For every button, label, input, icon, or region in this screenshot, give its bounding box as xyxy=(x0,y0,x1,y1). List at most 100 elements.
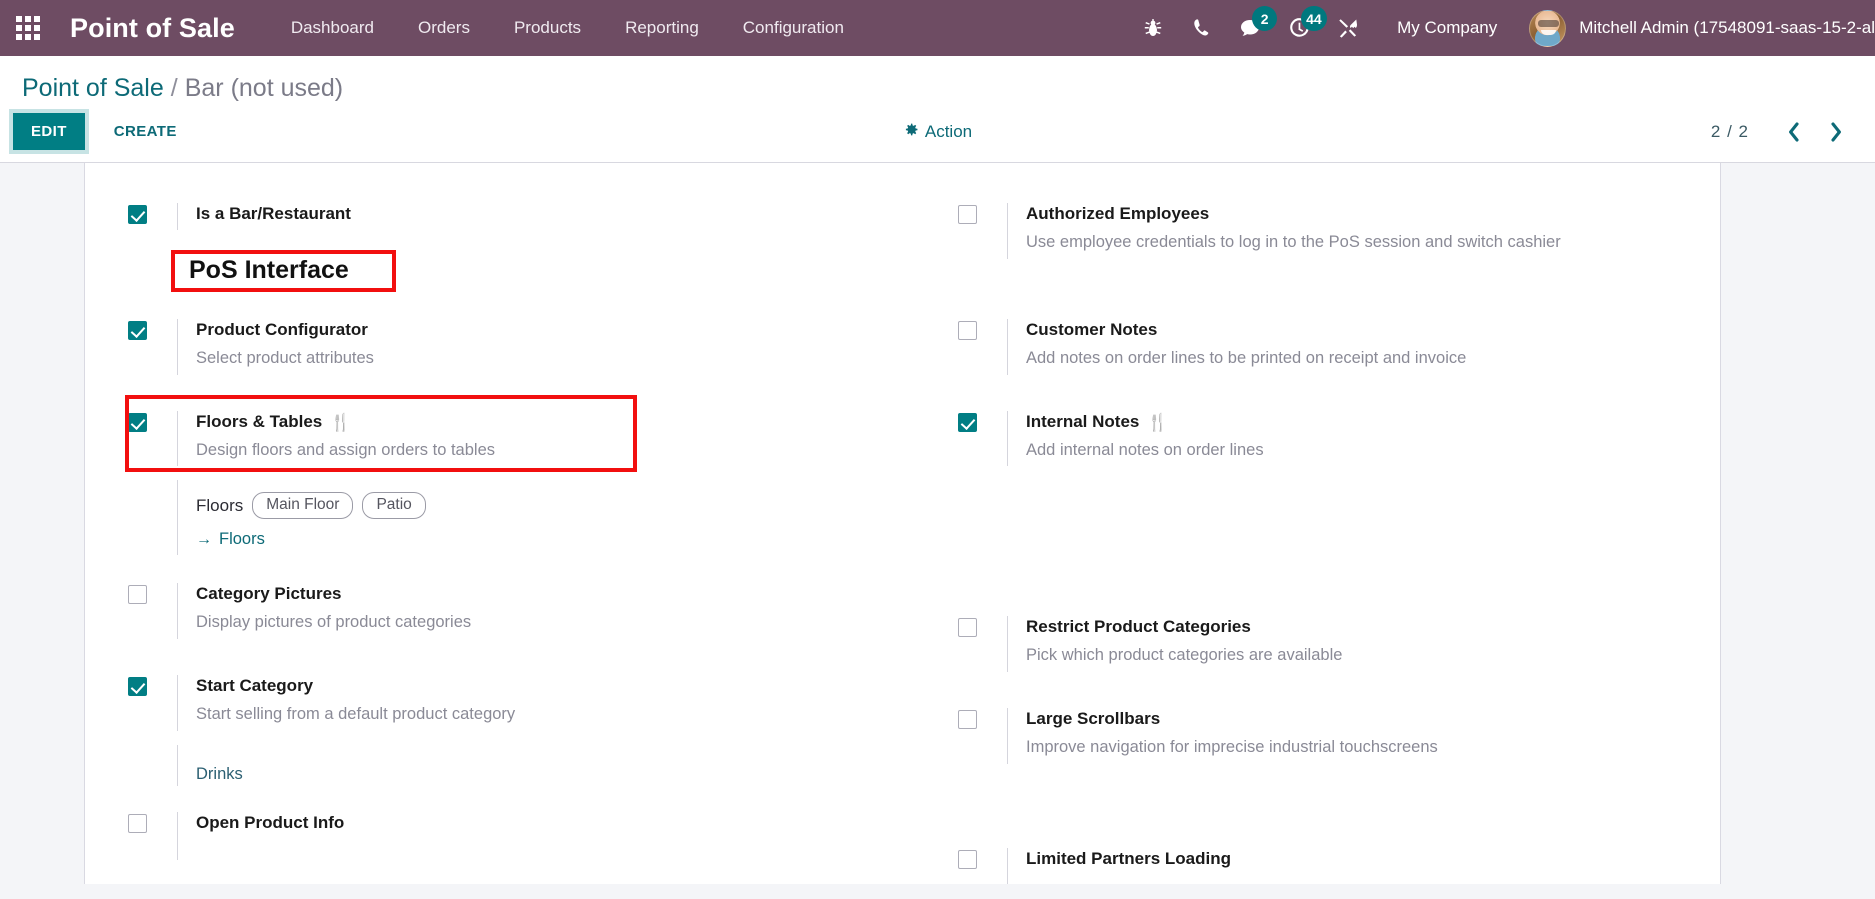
setting-text: Category Pictures Display pictures of pr… xyxy=(177,583,918,639)
action-menu-label: Action xyxy=(924,121,973,141)
messages-badge: 2 xyxy=(1252,6,1278,31)
settings-sheet: Is a Bar/Restaurant PoS Interface Author… xyxy=(85,163,1720,884)
floor-tag-patio[interactable]: Patio xyxy=(362,492,426,520)
setting-title: Open Product Info xyxy=(196,812,918,835)
floors-internal-link[interactable]: → Floors xyxy=(196,530,265,549)
setting-text: Large Scrollbars Improve navigation for … xyxy=(1007,708,1708,764)
activities-clock-icon[interactable]: 44 xyxy=(1275,0,1327,56)
setting-large-scrollbars: Large Scrollbars Improve navigation for … xyxy=(958,708,1708,764)
setting-text: Internal Notes 🍴 Add internal notes on o… xyxy=(1007,410,1708,467)
menu-products[interactable]: Products xyxy=(492,0,603,56)
setting-label: Is a Bar/Restaurant xyxy=(196,204,351,223)
floor-tag-main-floor[interactable]: Main Floor xyxy=(252,492,354,520)
setting-title: Product Configurator xyxy=(196,319,918,342)
setting-open-product-info: Open Product Info xyxy=(128,811,918,860)
fork-and-knife-icon: 🍴 xyxy=(1147,412,1169,432)
menu-reporting[interactable]: Reporting xyxy=(603,0,721,56)
setting-description: Add internal notes on order lines xyxy=(1026,440,1264,459)
fork-and-knife-icon: 🍴 xyxy=(330,412,352,432)
setting-is-a-bar-restaurant: Is a Bar/Restaurant xyxy=(128,203,918,230)
checkbox-limited-partners-loading[interactable] xyxy=(958,849,977,869)
setting-text: Restrict Product Categories Pick which p… xyxy=(1007,616,1708,672)
menu-orders[interactable]: Orders xyxy=(396,0,492,56)
setting-text: Start Category Start selling from a defa… xyxy=(177,675,918,731)
tools-icon[interactable] xyxy=(1324,0,1373,56)
setting-product-configurator: Product Configurator Select product attr… xyxy=(128,318,918,375)
start-category-value[interactable]: Drinks xyxy=(196,765,243,783)
top-navbar: Point of Sale Dashboard Orders Products … xyxy=(0,0,1875,56)
checkbox-is-a-bar-restaurant[interactable] xyxy=(128,205,147,224)
setting-label: Category Pictures xyxy=(196,584,342,604)
chevron-right-icon[interactable] xyxy=(1817,115,1855,149)
breadcrumb-current: Bar (not used) xyxy=(184,74,344,102)
settings-column-right: Customer Notes Add notes on order lines … xyxy=(918,318,1708,884)
floors-field: Floors Main Floor Patio xyxy=(196,492,918,520)
settings-grid-main: Product Configurator Select product attr… xyxy=(85,318,1720,884)
checkbox-authorized-employees[interactable] xyxy=(958,205,977,224)
menu-configuration[interactable]: Configuration xyxy=(721,0,866,56)
left-gutter xyxy=(0,163,85,884)
menu-dashboard[interactable]: Dashboard xyxy=(269,0,396,56)
setting-title: Is a Bar/Restaurant xyxy=(196,203,918,226)
settings-column-right-top: Authorized Employees Use employee creden… xyxy=(918,203,1708,317)
action-menu[interactable]: Action xyxy=(903,122,972,142)
breadcrumb-root[interactable]: Point of Sale xyxy=(22,74,164,103)
phone-icon[interactable] xyxy=(1177,0,1226,56)
navbar-systray: 2 44 My Company Mitchell Admin (17548091… xyxy=(1128,0,1875,56)
setting-title: Category Pictures xyxy=(196,583,918,606)
create-button[interactable]: CREATE xyxy=(99,114,192,149)
bug-icon[interactable] xyxy=(1128,0,1177,56)
settings-column-left: Product Configurator Select product attr… xyxy=(125,318,918,884)
checkbox-cell xyxy=(958,411,1007,432)
setting-internal-notes: Internal Notes 🍴 Add internal notes on o… xyxy=(958,410,1708,467)
setting-title: Floors & Tables 🍴 xyxy=(196,411,918,434)
checkbox-cell xyxy=(958,319,1007,340)
setting-title: Internal Notes 🍴 xyxy=(1026,411,1708,434)
checkbox-internal-notes[interactable] xyxy=(958,412,977,432)
checkbox-cell xyxy=(958,708,1007,729)
edit-button[interactable]: EDIT xyxy=(13,113,85,150)
checkbox-open-product-info[interactable] xyxy=(128,813,147,833)
company-switcher[interactable]: My Company xyxy=(1373,18,1517,38)
setting-label: Large Scrollbars xyxy=(1026,709,1161,728)
setting-label: Floors & Tables xyxy=(196,411,323,431)
settings-grid-top: Is a Bar/Restaurant PoS Interface Author… xyxy=(85,203,1720,317)
main-menu-bar: Dashboard Orders Products Reporting Conf… xyxy=(269,0,866,56)
checkbox-large-scrollbars[interactable] xyxy=(958,710,977,729)
setting-text: Product Configurator Select product attr… xyxy=(177,318,918,375)
checkbox-category-pictures[interactable] xyxy=(128,585,147,605)
checkbox-start-category[interactable] xyxy=(128,677,147,696)
app-brand-title[interactable]: Point of Sale xyxy=(56,13,241,44)
checkbox-cell xyxy=(958,848,1007,869)
gear-icon xyxy=(903,122,918,142)
section-heading-wrap: PoS Interface xyxy=(128,244,918,317)
breadcrumb-separator: / xyxy=(170,74,178,102)
breadcrumb: Point of Sale / Bar (not used) xyxy=(0,56,1875,109)
floors-field-label: Floors xyxy=(196,495,244,515)
setting-description: Start selling from a default product cat… xyxy=(196,704,516,723)
setting-label: Internal Notes xyxy=(1026,411,1140,431)
checkbox-restrict-product-categories[interactable] xyxy=(958,618,977,638)
checkbox-cell xyxy=(128,583,177,605)
setting-label: Restrict Product Categories xyxy=(1026,617,1251,637)
setting-customer-notes: Customer Notes Add notes on order lines … xyxy=(958,318,1708,375)
setting-limited-partners-loading: Limited Partners Loading xyxy=(958,847,1708,884)
checkbox-floors-and-tables[interactable] xyxy=(128,412,147,432)
messages-icon[interactable]: 2 xyxy=(1226,0,1278,56)
control-panel: Point of Sale / Bar (not used) EDIT CREA… xyxy=(0,56,1875,163)
checkbox-customer-notes[interactable] xyxy=(958,320,977,340)
checkbox-cell xyxy=(128,675,177,696)
setting-description: Improve navigation for imprecise industr… xyxy=(1026,737,1438,756)
user-menu[interactable]: Mitchell Admin (17548091-saas-15-2-al xyxy=(1517,9,1875,47)
setting-category-pictures: Category Pictures Display pictures of pr… xyxy=(128,583,918,639)
apps-grid-icon[interactable] xyxy=(0,0,56,56)
checkbox-product-configurator[interactable] xyxy=(128,320,147,340)
setting-text: Customer Notes Add notes on order lines … xyxy=(1007,318,1708,375)
floors-widget: Floors Main Floor Patio → Floors xyxy=(177,480,918,556)
setting-title: Restrict Product Categories xyxy=(1026,616,1708,639)
right-gutter xyxy=(1720,163,1875,884)
activities-badge: 44 xyxy=(1301,6,1327,31)
chevron-left-icon[interactable] xyxy=(1775,115,1813,149)
pager-value[interactable]: 2 / 2 xyxy=(1711,122,1771,142)
setting-label: Product Configurator xyxy=(196,319,368,339)
